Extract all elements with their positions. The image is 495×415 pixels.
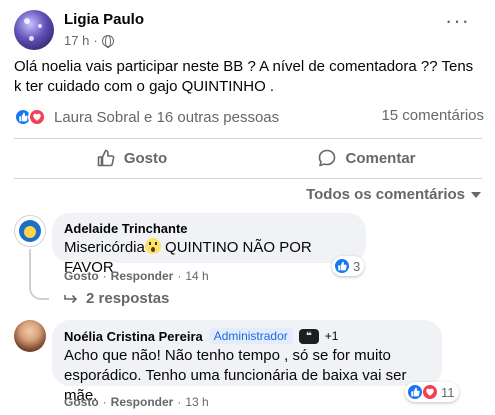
author-avatar[interactable]	[14, 10, 54, 50]
comment-time[interactable]: 13 h	[185, 395, 208, 409]
comment-actions: Gosto · Responder · 14 h	[64, 269, 209, 283]
comment-reaction-count: 3	[353, 258, 361, 274]
commenter-avatar[interactable]	[14, 320, 46, 352]
like-reaction-icon	[334, 258, 350, 274]
thread-line	[29, 249, 31, 282]
comment-reactions[interactable]: 3	[332, 256, 365, 276]
more-options-icon[interactable]: ···	[445, 10, 470, 32]
replies-label: 2 respostas	[86, 290, 170, 307]
comment-button[interactable]: Comentar	[249, 140, 484, 176]
post-time[interactable]: 17 h	[64, 33, 89, 48]
thumbs-up-icon	[97, 149, 115, 167]
admin-badge: Administrador	[208, 328, 293, 344]
comments-count[interactable]: 15 comentários	[381, 107, 484, 124]
post-actions: Gosto Comentar	[14, 140, 484, 176]
love-reaction-icon[interactable]	[28, 108, 46, 126]
reaction-names[interactable]: Laura Sobral e 16 outras pessoas	[54, 109, 279, 126]
like-button[interactable]: Gosto	[14, 140, 249, 176]
quote-badge-icon: ❝	[298, 328, 319, 344]
screaming-face-emoji-icon	[144, 238, 161, 254]
comment-like-link[interactable]: Gosto	[64, 395, 99, 409]
globe-icon	[101, 34, 114, 48]
comment-author[interactable]: Adelaide Trinchante	[64, 221, 188, 236]
post-meta: 17 h ·	[64, 33, 114, 48]
comment-bubble-icon	[319, 149, 336, 167]
comment-actions: Gosto · Responder · 13 h	[64, 395, 209, 409]
reactions-summary: Laura Sobral e 16 outras pessoas 15 come…	[14, 106, 484, 128]
post-header: Ligia Paulo 17 h · ···	[14, 6, 484, 54]
badge-extra-count: +1	[324, 329, 339, 343]
view-replies-link[interactable]: 2 respostas	[64, 290, 169, 307]
comment-like-link[interactable]: Gosto	[64, 269, 99, 283]
comment-label: Comentar	[345, 149, 416, 167]
comment-bubble: Adelaide Trinchante Misericórdia QUINTIN…	[52, 213, 366, 276]
comment-time[interactable]: 14 h	[185, 269, 208, 283]
reply-arrow-icon	[64, 294, 78, 303]
divider	[14, 178, 482, 179]
sort-label: Todos os comentários	[306, 186, 465, 203]
commenter-avatar[interactable]	[14, 215, 46, 247]
chevron-down-icon	[471, 191, 481, 198]
post-text: Olá noelia vais participar neste BB ? A …	[14, 58, 474, 95]
like-reaction-icon	[407, 384, 423, 400]
comment-reply-link[interactable]: Responder	[111, 395, 174, 409]
love-reaction-icon	[422, 384, 438, 400]
comment-reply-link[interactable]: Responder	[111, 269, 174, 283]
thread-line-curve	[29, 280, 49, 300]
comment-sort-dropdown[interactable]: Todos os comentários	[306, 186, 481, 203]
comment-author[interactable]: Noélia Cristina Pereira	[64, 329, 203, 344]
divider	[14, 138, 482, 139]
comment-reaction-count: 11	[441, 384, 455, 400]
comment-bubble: Noélia Cristina Pereira Administrador ❝ …	[52, 320, 442, 404]
post-author[interactable]: Ligia Paulo	[64, 11, 144, 28]
meta-separator: ·	[93, 33, 98, 48]
comment-reactions[interactable]: 11	[405, 382, 459, 402]
comment-text-part: Misericórdia	[64, 239, 145, 256]
like-label: Gosto	[123, 149, 168, 167]
